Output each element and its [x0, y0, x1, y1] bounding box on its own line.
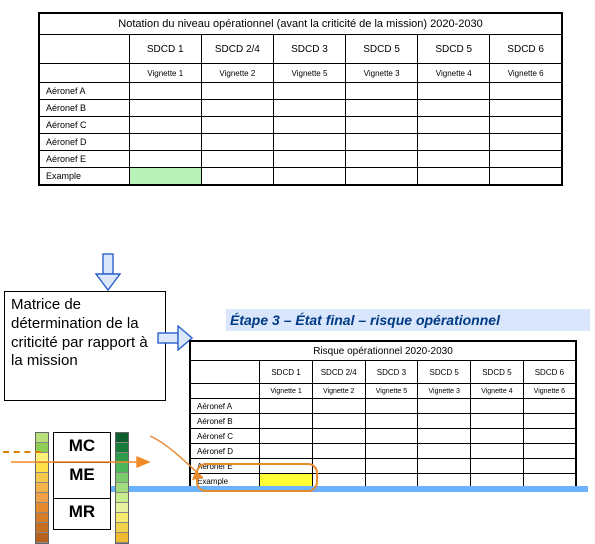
top-sub-2: Vignette 5 [273, 64, 345, 83]
bottom-table-title: Risque opérationnel 2020-2030 [190, 341, 576, 361]
step3-heading: Étape 3 – État final – risque opérationn… [226, 309, 590, 331]
top-sub-3: Vignette 3 [346, 64, 418, 83]
table-row: Aéronef A [39, 83, 562, 100]
bot-sub-1: Vignette 2 [312, 384, 365, 399]
top-col-3: SDCD 5 [346, 35, 418, 64]
bottom-table: Risque opérationnel 2020-2030 SDCD 1 SDC… [189, 340, 577, 490]
table-row: Aéronef E [39, 151, 562, 168]
top-highlight-cell [129, 168, 201, 186]
bot-col-5: SDCD 6 [523, 361, 576, 384]
bot-col-3: SDCD 5 [418, 361, 471, 384]
blue-strip [108, 486, 588, 492]
top-col-5: SDCD 6 [490, 35, 562, 64]
bot-col-0: SDCD 1 [260, 361, 313, 384]
top-col-1: SDCD 2/4 [201, 35, 273, 64]
bot-sub-3: Vignette 3 [418, 384, 471, 399]
table-row: Aéronef A [190, 399, 576, 414]
top-table: Notation du niveau opérationnel (avant l… [38, 12, 563, 186]
table-row: Aéronef D [190, 444, 576, 459]
top-col-2: SDCD 3 [273, 35, 345, 64]
top-col-0: SDCD 1 [129, 35, 201, 64]
table-row: Aéronef C [190, 429, 576, 444]
legend: MC ME MR [11, 432, 171, 540]
table-row: Aéronef B [190, 414, 576, 429]
legend-label-mr: MR [53, 498, 111, 530]
legend-pointer-icon [11, 455, 151, 469]
table-row: Aéronef C [39, 117, 562, 134]
top-sub-5: Vignette 6 [490, 64, 562, 83]
legend-band-left [35, 432, 49, 544]
top-col-4: SDCD 5 [418, 35, 490, 64]
bot-sub-0: Vignette 1 [260, 384, 313, 399]
legend-band-right [115, 432, 129, 544]
top-sub-1: Vignette 2 [201, 64, 273, 83]
bot-col-1: SDCD 2/4 [312, 361, 365, 384]
arrow-right-icon [157, 325, 193, 351]
bot-sub-4: Vignette 4 [471, 384, 524, 399]
arrow-down-icon [95, 253, 121, 291]
matrix-label-box: Matrice de détermination de la criticité… [4, 291, 166, 401]
top-sub-4: Vignette 4 [418, 64, 490, 83]
top-sub-0: Vignette 1 [129, 64, 201, 83]
legend-dash-icon [3, 451, 41, 453]
bot-sub-2: Vignette 5 [365, 384, 418, 399]
table-row: Aéronef B [39, 100, 562, 117]
table-row: Example [39, 168, 562, 186]
table-row: Aéronef D [39, 134, 562, 151]
bot-col-2: SDCD 3 [365, 361, 418, 384]
bot-col-4: SDCD 5 [471, 361, 524, 384]
bot-sub-5: Vignette 6 [523, 384, 576, 399]
top-table-title: Notation du niveau opérationnel (avant l… [39, 13, 562, 35]
table-row: Aéronef E [190, 459, 576, 474]
